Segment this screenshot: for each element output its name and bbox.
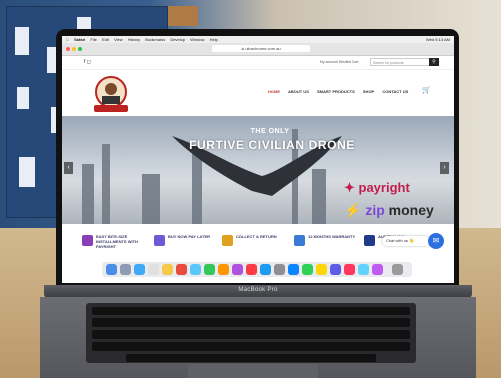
shield-icon <box>294 235 305 246</box>
calendar-icon[interactable] <box>176 264 187 275</box>
facetime-icon[interactable] <box>302 264 313 275</box>
chat-icon[interactable]: ✉ <box>428 233 444 249</box>
main-nav: HOME ABOUT US SMART PRODUCTS SHOP CONTAC… <box>268 89 415 94</box>
messages-icon[interactable] <box>204 264 215 275</box>
nav-home[interactable]: HOME <box>268 89 280 94</box>
menu-help[interactable]: Help <box>210 37 218 42</box>
appstore-icon[interactable] <box>260 264 271 275</box>
nav-about-us[interactable]: ABOUT US <box>288 89 309 94</box>
macos-menu-bar:  Safari File Edit View History Bookmark… <box>62 36 454 43</box>
search-input[interactable]: Search for products <box>370 58 430 66</box>
stickies-icon[interactable] <box>316 264 327 275</box>
music-icon[interactable] <box>246 264 257 275</box>
laptop-screen:  Safari File Edit View History Bookmark… <box>62 36 454 283</box>
trackpad <box>188 364 318 378</box>
preview-icon[interactable] <box>358 264 369 275</box>
hero-headline: FURTIVE CIVILIAN DRONE <box>189 138 355 152</box>
menu-view[interactable]: View <box>114 37 123 42</box>
box-icon <box>222 235 233 246</box>
menu-edit[interactable]: Edit <box>102 37 109 42</box>
prev-slide-icon[interactable]: ‹ <box>64 162 73 174</box>
menu-app-name[interactable]: Safari <box>74 37 85 42</box>
next-slide-icon[interactable]: › <box>440 162 449 174</box>
nav-shop[interactable]: SHOP <box>363 89 374 94</box>
keyboard <box>86 303 416 363</box>
launchpad-icon[interactable] <box>120 264 131 275</box>
payright-logo: ✦ payright <box>344 180 410 195</box>
social-icons[interactable]: f ◻ <box>84 59 91 65</box>
address-bar[interactable]: zi.ultrachrome.com.au <box>212 45 310 52</box>
menu-history[interactable]: History <box>128 37 140 42</box>
apple-icon[interactable]:  <box>66 37 69 42</box>
payright-icon <box>82 235 93 246</box>
close-window-icon[interactable] <box>66 47 70 51</box>
laptop-model-label: MacBook Pro <box>238 287 278 293</box>
notes-icon[interactable] <box>162 264 173 275</box>
cart-icon[interactable]: 🛒 <box>422 86 431 94</box>
nav-contact-us[interactable]: CONTACT US <box>382 89 408 94</box>
maps-icon[interactable] <box>288 264 299 275</box>
mail-icon[interactable] <box>190 264 201 275</box>
podcasts-icon[interactable] <box>232 264 243 275</box>
chat-label[interactable]: Chat with us 👋 <box>382 236 430 246</box>
menu-develop[interactable]: Develop <box>170 37 185 42</box>
site-logo[interactable] <box>88 72 134 116</box>
nav-smart-products[interactable]: SMART PRODUCTS <box>317 89 355 94</box>
hero-banner: THE ONLY FURTIVE CIVILIAN DRONE ‹ › ✦ pa… <box>62 116 454 224</box>
flag-icon <box>364 235 375 246</box>
zip-icon <box>154 235 165 246</box>
zoom-window-icon[interactable] <box>78 47 82 51</box>
menu-file[interactable]: File <box>90 37 96 42</box>
site-top-bar: f ◻ My account Wishlist Cart Search for … <box>62 56 454 70</box>
account-links[interactable]: My account Wishlist Cart <box>320 60 359 64</box>
trash-icon[interactable] <box>392 264 403 275</box>
settings-icon[interactable] <box>274 264 285 275</box>
xcode-icon[interactable] <box>330 264 341 275</box>
macos-dock <box>102 262 412 277</box>
wall-frame <box>168 6 198 26</box>
news-icon[interactable] <box>344 264 355 275</box>
finder-icon[interactable] <box>106 264 117 275</box>
minimize-window-icon[interactable] <box>72 47 76 51</box>
safari-toolbar: zi.ultrachrome.com.au <box>62 43 454 56</box>
terminal-icon[interactable] <box>372 264 383 275</box>
zip-money-logo: ⚡ zip money <box>344 202 434 218</box>
menu-bookmarks[interactable]: Bookmarks <box>145 37 165 42</box>
menu-window[interactable]: Window <box>190 37 204 42</box>
chrome-icon[interactable] <box>148 264 159 275</box>
photos-icon[interactable] <box>218 264 229 275</box>
menu-clock[interactable]: Wed 5:13 AM <box>426 36 450 43</box>
safari-icon[interactable] <box>134 264 145 275</box>
hero-kicker: THE ONLY <box>250 128 290 135</box>
search-icon[interactable]: ⚲ <box>429 58 439 66</box>
